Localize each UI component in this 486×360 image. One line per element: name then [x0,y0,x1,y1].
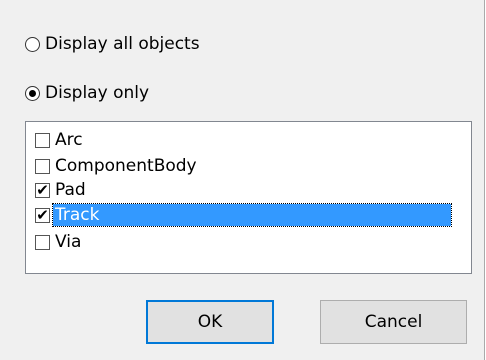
checkbox-track[interactable]: ✔ [35,205,50,224]
display-only-option[interactable]: Display only [25,80,149,106]
display-only-radio[interactable] [25,85,40,101]
display-all-radio[interactable] [25,36,40,52]
list-item-label: Pad [55,180,86,200]
checkbox-componentbody[interactable] [35,158,50,174]
checkbox-pad[interactable]: ✔ [35,180,50,199]
object-type-list[interactable]: Arc ComponentBody ✔ Pad ✔ Track Via [25,121,472,274]
checkbox-via[interactable] [35,234,50,250]
checkbox-arc[interactable] [35,132,50,148]
dialog: Display all objects Display only Arc Com… [0,0,485,360]
display-all-option[interactable]: Display all objects [25,31,200,57]
display-only-label: Display only [45,83,150,103]
radio-selected-dot [29,89,36,97]
list-item-via[interactable]: Via [35,231,83,253]
list-item-componentbody[interactable]: ComponentBody [35,155,199,177]
list-item-label: Track [52,203,452,227]
list-item-label: Via [55,232,82,252]
cancel-button[interactable]: Cancel [320,300,467,344]
list-item-label: ComponentBody [55,156,197,176]
ok-button[interactable]: OK [146,300,274,344]
list-item-track[interactable]: ✔ Track [35,203,452,227]
list-item-arc[interactable]: Arc [35,129,85,151]
display-all-label: Display all objects [45,34,200,54]
list-item-label: Arc [55,130,83,150]
checkmark-icon: ✔ [36,205,49,224]
checkmark-icon: ✔ [36,180,49,199]
list-item-pad[interactable]: ✔ Pad [35,179,88,201]
